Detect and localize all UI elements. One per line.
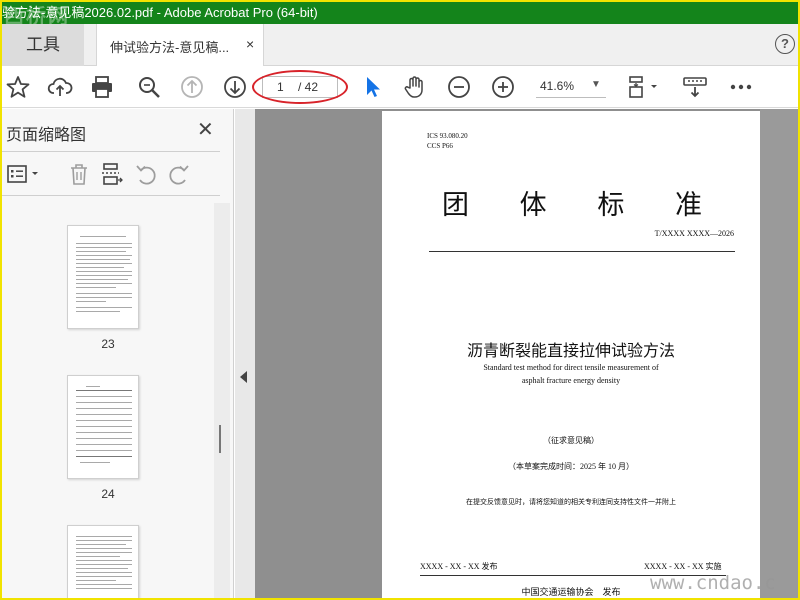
zoom-out-icon[interactable] (446, 74, 472, 100)
document-tab-label: 伸试验方法-意见稿... (110, 40, 230, 55)
page-down-icon[interactable] (222, 74, 248, 100)
print-icon[interactable] (89, 74, 115, 100)
ccs-code: CCS P66 (427, 142, 453, 150)
delete-icon[interactable] (66, 161, 92, 187)
star-icon[interactable] (5, 74, 31, 100)
document-title-english: Standard test method for direct tensile … (483, 363, 659, 372)
scrollbar-grip[interactable] (219, 425, 221, 453)
page-number-field[interactable]: 1 / 42 (262, 76, 338, 98)
thumbnail-list: 23 24 (2, 203, 214, 598)
close-panel-icon[interactable]: ✕ (197, 117, 214, 142)
publisher: 中国交通运输协会 发布 (521, 588, 621, 598)
draft-label: （征求意见稿） (543, 436, 599, 445)
thumbnail-scrollbar[interactable] (214, 203, 230, 598)
patent-notice: 在提交反馈意见时，请将您知道的相关专利连同支持性文件一并附上 (466, 498, 676, 506)
cloud-upload-icon[interactable] (47, 74, 73, 100)
thumbnail-page[interactable] (67, 225, 139, 329)
zoom-in-icon[interactable] (490, 74, 516, 100)
acrobat-window: 验方法-意见稿2026.02.pdf - Adobe Acrobat Pro (… (2, 2, 798, 598)
standard-heading: 团 体 标 准 (442, 183, 702, 222)
panel-toolbar (2, 157, 220, 191)
pdf-page: ICS 93.080.20 CCS P66 团 体 标 准 T/XXXX XXX… (382, 111, 760, 598)
thumbnail-page[interactable] (67, 375, 139, 479)
page-fit-icon[interactable] (626, 74, 660, 100)
total-pages-label: / 42 (298, 80, 319, 94)
publish-date: XXXX - XX - XX 发布 (420, 562, 498, 571)
tab-document[interactable]: 伸试验方法-意见稿... × (96, 24, 264, 66)
title-bar: 验方法-意见稿2026.02.pdf - Adobe Acrobat Pro (… (2, 2, 798, 24)
options-menu-icon[interactable] (6, 161, 44, 187)
draft-date: （本草案完成时间：2025 年 10 月） (508, 462, 634, 471)
footer-rule (420, 575, 726, 576)
panel-divider (2, 151, 220, 152)
panel-divider (2, 195, 220, 196)
rotate-right-icon[interactable] (166, 161, 192, 187)
classification-codes: ICS 93.080.20 CCS P66 (427, 131, 468, 151)
insert-page-icon[interactable] (99, 161, 125, 187)
help-icon[interactable]: ? (775, 34, 795, 54)
hand-icon[interactable] (402, 74, 428, 100)
tab-tools[interactable]: 工具 (2, 24, 84, 66)
thumbnail-page-number: 24 (101, 487, 115, 501)
document-title-english: asphalt fracture energy density (521, 376, 621, 385)
heading-char: 准 (674, 190, 702, 221)
heading-char: 团 (442, 190, 469, 221)
header-rule (429, 251, 735, 252)
window-title: 验方法-意见稿2026.02.pdf - Adobe Acrobat Pro (… (2, 5, 318, 20)
more-icon[interactable] (728, 74, 754, 100)
current-page-input[interactable]: 1 (277, 80, 284, 94)
page-up-icon[interactable] (179, 74, 205, 100)
document-view: ICS 93.080.20 CCS P66 团 体 标 准 T/XXXX XXX… (235, 109, 798, 598)
heading-char: 体 (519, 190, 547, 221)
main-toolbar: 1 / 42 41.6% ▼ (2, 66, 798, 108)
heading-char: 标 (597, 190, 625, 221)
zoom-value: 41.6% (540, 79, 575, 93)
implement-date: XXXX - XX - XX 实施 (644, 562, 722, 571)
document-title-chinese: 沥青断裂能直接拉伸试验方法 (466, 341, 675, 360)
document-scrollbar[interactable] (760, 109, 798, 598)
close-tab-icon[interactable]: × (246, 36, 254, 52)
chevron-down-icon: ▼ (591, 79, 601, 90)
thumbnail-page[interactable] (67, 525, 139, 598)
panel-title: 页面缩略图 (6, 127, 87, 144)
read-mode-icon[interactable] (682, 74, 708, 100)
tab-bar: 工具 伸试验方法-意见稿... × ? (2, 24, 798, 66)
rotate-left-icon[interactable] (133, 161, 159, 187)
zoom-search-icon[interactable] (136, 74, 162, 100)
standard-number: T/XXXX XXXX—2026 (654, 229, 734, 238)
collapse-panel-icon[interactable] (240, 371, 247, 383)
page-thumbnails-panel: 页面缩略图 ✕ 23 24 (2, 109, 234, 598)
select-cursor-icon[interactable] (360, 74, 386, 100)
zoom-dropdown[interactable]: 41.6% ▼ (536, 76, 606, 98)
thumbnail-page-number: 23 (101, 337, 115, 351)
ics-code: ICS 93.080.20 (427, 132, 468, 140)
